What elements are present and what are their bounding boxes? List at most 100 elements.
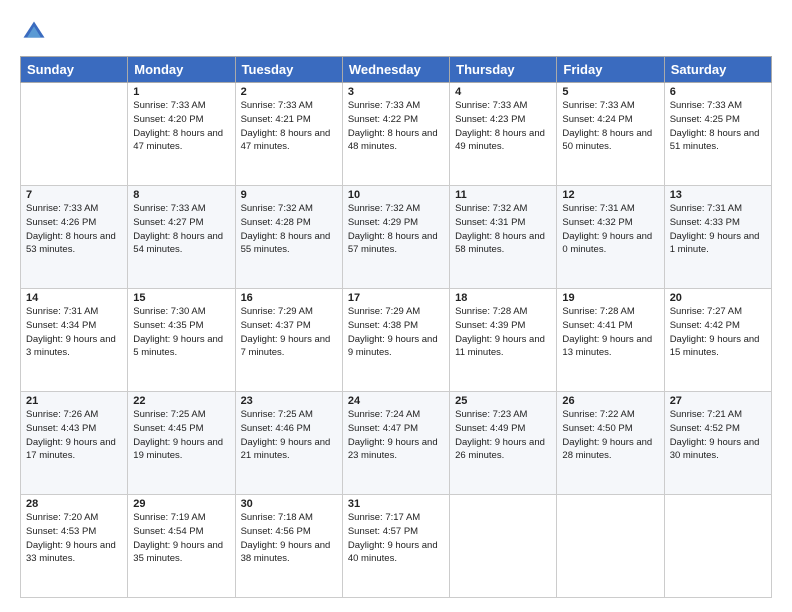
cell-2-3: 9Sunrise: 7:32 AMSunset: 4:28 PMDaylight… [235, 186, 342, 289]
cell-content: Sunrise: 7:31 AMSunset: 4:34 PMDaylight:… [26, 305, 122, 360]
daylight-text: Daylight: 8 hours and 50 minutes. [562, 128, 652, 153]
daylight-text: Daylight: 8 hours and 54 minutes. [133, 231, 223, 256]
sunrise-text: Sunrise: 7:33 AM [133, 100, 205, 111]
cell-4-5: 25Sunrise: 7:23 AMSunset: 4:49 PMDayligh… [450, 392, 557, 495]
day-number: 29 [133, 498, 229, 510]
daylight-text: Daylight: 9 hours and 7 minutes. [241, 334, 331, 359]
cell-3-4: 17Sunrise: 7:29 AMSunset: 4:38 PMDayligh… [342, 289, 449, 392]
cell-4-4: 24Sunrise: 7:24 AMSunset: 4:47 PMDayligh… [342, 392, 449, 495]
sunset-text: Sunset: 4:26 PM [26, 217, 96, 228]
sunrise-text: Sunrise: 7:29 AM [241, 306, 313, 317]
sunset-text: Sunset: 4:28 PM [241, 217, 311, 228]
daylight-text: Daylight: 9 hours and 33 minutes. [26, 540, 116, 565]
day-number: 31 [348, 498, 444, 510]
day-header-tuesday: Tuesday [235, 57, 342, 83]
daylight-text: Daylight: 9 hours and 13 minutes. [562, 334, 652, 359]
cell-content: Sunrise: 7:33 AM Sunset: 4:27 PM Daylight:… [133, 202, 229, 257]
day-number: 13 [670, 189, 766, 201]
cell-content: Sunrise: 7:33 AMSunset: 4:21 PMDaylight:… [241, 99, 337, 154]
cell-4-6: 26Sunrise: 7:22 AMSunset: 4:50 PMDayligh… [557, 392, 664, 495]
sunrise-text: Sunrise: 7:28 AM [455, 306, 527, 317]
day-number: 22 [133, 395, 229, 407]
daylight-text: Daylight: 9 hours and 15 minutes. [670, 334, 760, 359]
daylight-text: Daylight: 9 hours and 11 minutes. [455, 334, 545, 359]
cell-1-2: 1Sunrise: 7:33 AMSunset: 4:20 PMDaylight… [128, 83, 235, 186]
day-number: 3 [348, 86, 444, 98]
cell-content: Sunrise: 7:19 AMSunset: 4:54 PMDaylight:… [133, 511, 229, 566]
daylight-text: Daylight: 9 hours and 17 minutes. [26, 437, 116, 462]
daylight-text: Daylight: 8 hours and 51 minutes. [670, 128, 760, 153]
daylight-text: Daylight: 9 hours and 28 minutes. [562, 437, 652, 462]
sunrise-text: Sunrise: 7:24 AM [348, 409, 420, 420]
sunset-text: Sunset: 4:27 PM [133, 217, 203, 228]
cell-content: Sunrise: 7:33 AMSunset: 4:23 PMDaylight:… [455, 99, 551, 154]
cell-content: Sunrise: 7:28 AMSunset: 4:39 PMDaylight:… [455, 305, 551, 360]
cell-3-1: 14Sunrise: 7:31 AMSunset: 4:34 PMDayligh… [21, 289, 128, 392]
daylight-text: Daylight: 8 hours and 49 minutes. [455, 128, 545, 153]
sunrise-text: Sunrise: 7:33 AM [133, 203, 205, 214]
sunrise-text: Sunrise: 7:32 AM [348, 203, 420, 214]
week-row-2: 7Sunrise: 7:33 AMSunset: 4:26 PMDaylight… [21, 186, 772, 289]
sunset-text: Sunset: 4:24 PM [562, 114, 632, 125]
cell-5-4: 31Sunrise: 7:17 AMSunset: 4:57 PMDayligh… [342, 495, 449, 598]
sunset-text: Sunset: 4:47 PM [348, 423, 418, 434]
cell-content: Sunrise: 7:30 AMSunset: 4:35 PMDaylight:… [133, 305, 229, 360]
day-number: 1 [133, 86, 229, 98]
cell-content: Sunrise: 7:26 AM Sunset: 4:43 PM Daylight:… [26, 408, 122, 463]
sunset-text: Sunset: 4:31 PM [455, 217, 525, 228]
day-header-sunday: Sunday [21, 57, 128, 83]
day-number: 11 [455, 189, 551, 201]
week-row-4: 21 Sunrise: 7:26 AM Sunset: 4:43 PM Dayligh… [21, 392, 772, 495]
sunrise-text: Sunrise: 7:26 AM [26, 409, 98, 420]
day-number: 21 [26, 395, 122, 407]
day-number: 14 [26, 292, 122, 304]
cell-2-4: 10Sunrise: 7:32 AMSunset: 4:29 PMDayligh… [342, 186, 449, 289]
sunrise-text: Sunrise: 7:31 AM [26, 306, 98, 317]
daylight-text: Daylight: 9 hours and 19 minutes. [133, 437, 223, 462]
day-number: 17 [348, 292, 444, 304]
daylight-text: Daylight: 9 hours and 30 minutes. [670, 437, 760, 462]
day-number: 4 [455, 86, 551, 98]
day-number: 25 [455, 395, 551, 407]
day-number: 18 [455, 292, 551, 304]
cell-content: Sunrise: 7:33 AMSunset: 4:22 PMDaylight:… [348, 99, 444, 154]
cell-4-7: 27Sunrise: 7:21 AMSunset: 4:52 PMDayligh… [664, 392, 771, 495]
cell-2-6: 12Sunrise: 7:31 AMSunset: 4:32 PMDayligh… [557, 186, 664, 289]
sunrise-text: Sunrise: 7:33 AM [670, 100, 742, 111]
sunrise-text: Sunrise: 7:30 AM [133, 306, 205, 317]
daylight-text: Daylight: 8 hours and 53 minutes. [26, 231, 116, 256]
daylight-text: Daylight: 9 hours and 0 minutes. [562, 231, 652, 256]
cell-content: Sunrise: 7:33 AMSunset: 4:26 PMDaylight:… [26, 202, 122, 257]
sunset-text: Sunset: 4:41 PM [562, 320, 632, 331]
cell-content: Sunrise: 7:33 AMSunset: 4:20 PMDaylight:… [133, 99, 229, 154]
cell-content: Sunrise: 7:28 AM Sunset: 4:41 PM Daylight:… [562, 305, 658, 360]
sunset-text: Sunset: 4:33 PM [670, 217, 740, 228]
day-number: 6 [670, 86, 766, 98]
daylight-text: Daylight: 8 hours and 47 minutes. [133, 128, 223, 153]
sunrise-text: Sunrise: 7:32 AM [241, 203, 313, 214]
daylight-text: Daylight: 9 hours and 26 minutes. [455, 437, 545, 462]
cell-2-2: 8Sunrise: 7:33 AMSunset: 4:27 PMDaylight… [128, 186, 235, 289]
cell-content: Sunrise: 7:24 AMSunset: 4:47 PMDaylight:… [348, 408, 444, 463]
cell-1-7: 6Sunrise: 7:33 AMSunset: 4:25 PMDaylight… [664, 83, 771, 186]
calendar-table: SundayMondayTuesdayWednesdayThursdayFrid… [20, 56, 772, 598]
sunset-text: Sunset: 4:43 PM [26, 423, 96, 434]
logo-icon [20, 18, 48, 46]
sunset-text: Sunset: 4:49 PM [455, 423, 525, 434]
sunset-text: Sunset: 4:35 PM [133, 320, 203, 331]
daylight-text: Daylight: 8 hours and 57 minutes. [348, 231, 438, 256]
cell-5-3: 30Sunrise: 7:18 AMSunset: 4:56 PMDayligh… [235, 495, 342, 598]
cell-content: Sunrise: 7:22 AMSunset: 4:50 PMDaylight:… [562, 408, 658, 463]
sunset-text: Sunset: 4:54 PM [133, 526, 203, 537]
sunrise-text: Sunrise: 7:20 AM [26, 512, 98, 523]
sunrise-text: Sunrise: 7:21 AM [670, 409, 742, 420]
cell-content: Sunrise: 7:25 AMSunset: 4:46 PMDaylight:… [241, 408, 337, 463]
sunset-text: Sunset: 4:21 PM [241, 114, 311, 125]
cell-5-5 [450, 495, 557, 598]
cell-content: Sunrise: 7:32 AMSunset: 4:31 PMDaylight:… [455, 202, 551, 257]
cell-content: Sunrise: 7:32 AMSunset: 4:28 PMDaylight:… [241, 202, 337, 257]
cell-content: Sunrise: 7:23 AMSunset: 4:49 PMDaylight:… [455, 408, 551, 463]
cell-3-7: 20Sunrise: 7:27 AMSunset: 4:42 PMDayligh… [664, 289, 771, 392]
sunrise-text: Sunrise: 7:22 AM [562, 409, 634, 420]
sunrise-text: Sunrise: 7:28 AM [562, 306, 634, 317]
